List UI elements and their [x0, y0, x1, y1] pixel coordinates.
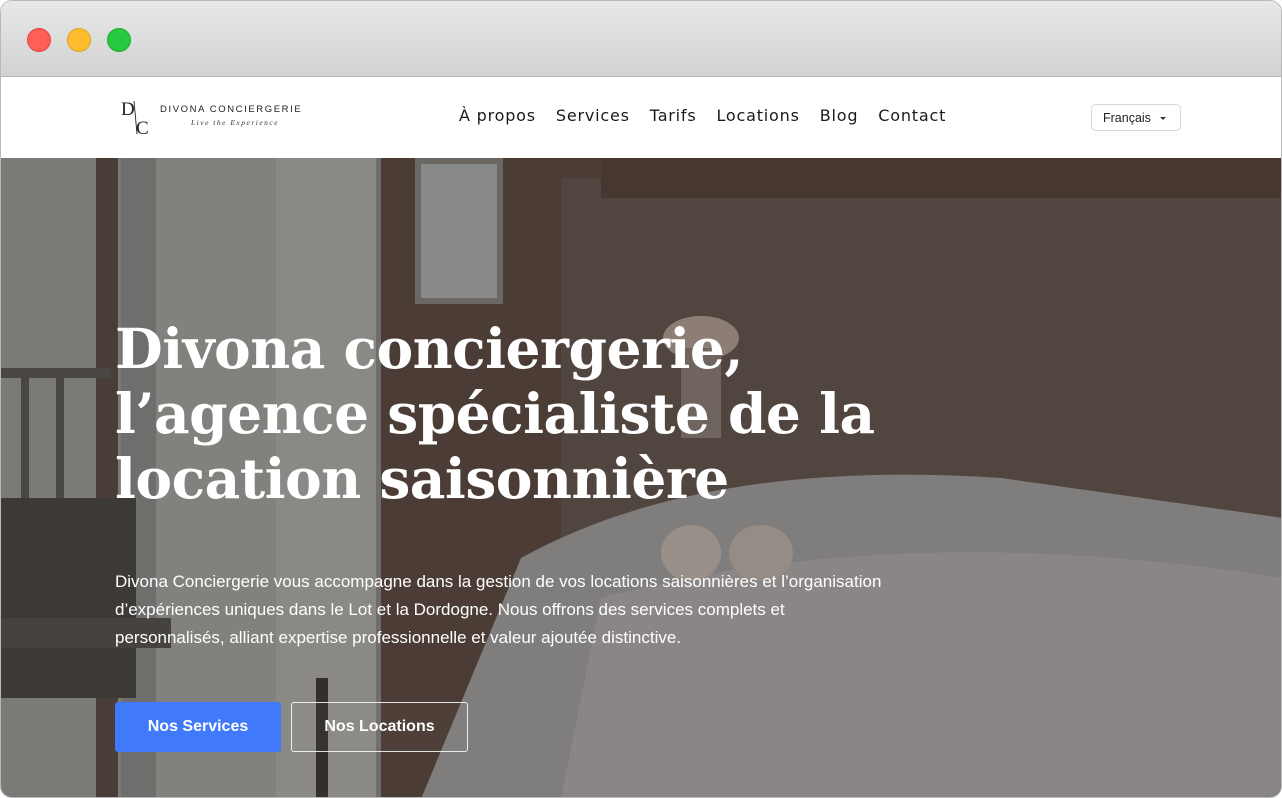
window-titlebar	[1, 1, 1281, 77]
minimize-window-button[interactable]	[67, 28, 91, 52]
logo-tagline: Live the Experience	[191, 118, 280, 127]
language-select-value: Français	[1103, 110, 1151, 125]
hero-title: Divona conciergerie, l’agence spécialist…	[115, 316, 1015, 511]
nav-link-services[interactable]: Services	[556, 106, 630, 125]
nav-link-contact[interactable]: Contact	[878, 106, 946, 125]
nav-link-locations[interactable]: Locations	[717, 106, 800, 125]
main-nav: À propos Services Tarifs Locations Blog …	[459, 106, 946, 125]
hero-title-line: l’agence spécialiste de la	[115, 381, 875, 446]
site-header: D C DIVONA CONCIERGERIE Live the Experie…	[1, 78, 1281, 158]
logo-monogram-icon: D C	[121, 99, 149, 136]
language-select[interactable]: Français	[1091, 104, 1181, 131]
hero-description-line: d’expériences uniques dans le Lot et la …	[115, 600, 785, 619]
svg-text:D: D	[121, 99, 135, 120]
chevron-down-icon	[1160, 117, 1166, 120]
maximize-window-button[interactable]	[107, 28, 131, 52]
close-window-button[interactable]	[27, 28, 51, 52]
hero-description: Divona Conciergerie vous accompagne dans…	[115, 568, 935, 652]
svg-text:C: C	[136, 118, 149, 136]
nos-services-button[interactable]: Nos Services	[115, 702, 281, 752]
nav-link-a-propos[interactable]: À propos	[459, 106, 536, 125]
nos-locations-button[interactable]: Nos Locations	[291, 702, 468, 752]
hero-title-line: Divona conciergerie,	[115, 316, 743, 381]
hero-description-line: personnalisés, alliant expertise profess…	[115, 628, 682, 647]
site-logo[interactable]: D C DIVONA CONCIERGERIE Live the Experie…	[120, 98, 320, 138]
hero-description-line: Divona Conciergerie vous accompagne dans…	[115, 572, 882, 591]
nav-link-blog[interactable]: Blog	[820, 106, 859, 125]
logo-name: DIVONA CONCIERGERIE	[160, 104, 303, 115]
hero-section: Divona conciergerie, l’agence spécialist…	[1, 158, 1281, 797]
hero-title-line: location saisonnière	[115, 446, 729, 511]
nav-link-tarifs[interactable]: Tarifs	[650, 106, 697, 125]
browser-window: D C DIVONA CONCIERGERIE Live the Experie…	[0, 0, 1282, 798]
